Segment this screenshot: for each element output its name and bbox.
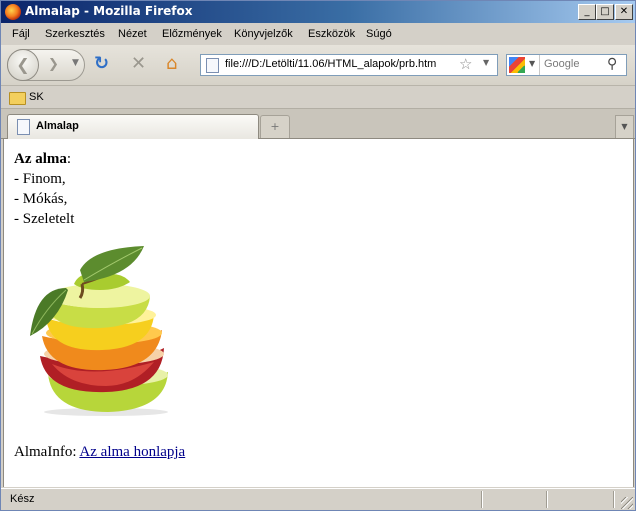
alma-info-label: AlmaInfo:	[14, 444, 77, 460]
page-favicon-icon	[17, 119, 30, 135]
menu-tools[interactable]: Eszközök	[308, 28, 355, 40]
tab-strip: Almalap + ▼	[1, 109, 635, 140]
alma-info-line: AlmaInfo: Az alma honlapja	[14, 442, 185, 462]
tab-almalap[interactable]: Almalap	[7, 114, 259, 140]
menu-help[interactable]: Súgó	[366, 28, 392, 40]
status-bar: Kész	[1, 488, 635, 510]
menu-view[interactable]: Nézet	[118, 28, 147, 40]
apple-slices-image	[30, 246, 168, 416]
minimize-button[interactable]: _	[578, 4, 596, 20]
search-magnifier-icon[interactable]: ⚲	[607, 56, 617, 72]
firefox-icon[interactable]	[5, 4, 21, 20]
url-dropdown-icon[interactable]: ▼	[483, 58, 489, 67]
page-heading-line: Az alma:	[14, 149, 71, 169]
history-dropdown-icon[interactable]: ▼	[72, 58, 79, 68]
back-forward-group: ❮ ❯ ▼	[7, 49, 85, 81]
google-engine-icon[interactable]	[509, 57, 525, 73]
resize-grip[interactable]	[621, 497, 633, 509]
list-all-tabs-icon[interactable]: ▼	[615, 115, 634, 138]
bookmark-star-icon[interactable]: ☆	[459, 55, 472, 73]
close-button[interactable]: ✕	[615, 4, 633, 20]
list-item: - Finom,	[14, 171, 66, 187]
home-icon[interactable]: ⌂	[166, 55, 177, 73]
status-separator	[613, 491, 615, 508]
menu-history[interactable]: Előzmények	[162, 28, 222, 40]
browser-window: Almalap - Mozilla Firefox _ □ ✕ Fájl Sze…	[0, 0, 636, 511]
maximize-button[interactable]: □	[596, 4, 614, 20]
back-icon[interactable]: ❮	[7, 49, 39, 81]
alma-homepage-link[interactable]: Az alma honlapja	[79, 444, 185, 460]
bookmark-folder-sk[interactable]: SK	[29, 91, 44, 103]
heading-colon: :	[66, 151, 72, 167]
url-input[interactable]	[225, 56, 445, 72]
forward-icon[interactable]: ❯	[48, 57, 59, 72]
search-separator	[539, 55, 540, 75]
new-tab-button[interactable]: +	[260, 115, 290, 138]
page-content: Az alma: - Finom, - Mókás, - Szeletelt A…	[3, 139, 634, 487]
list-item: - Mókás,	[14, 191, 68, 207]
status-separator	[481, 491, 483, 508]
address-bar[interactable]: ☆ ▼	[200, 54, 498, 76]
title-bar[interactable]: Almalap - Mozilla Firefox _ □ ✕	[1, 1, 635, 23]
navigation-toolbar: ❮ ❯ ▼ ↻ ✕ ⌂ ☆ ▼ ▼ ⚲	[1, 45, 635, 86]
search-bar[interactable]: ▼ ⚲	[506, 54, 627, 76]
search-input[interactable]	[544, 56, 604, 72]
menu-file[interactable]: Fájl	[12, 28, 30, 40]
menu-edit[interactable]: Szerkesztés	[45, 28, 105, 40]
menu-bookmarks[interactable]: Könyvjelzők	[234, 28, 293, 40]
menu-bar: Fájl Szerkesztés Nézet Előzmények Könyvj…	[1, 23, 635, 45]
tab-label: Almalap	[36, 120, 79, 132]
window-title: Almalap - Mozilla Firefox	[25, 4, 193, 18]
page-icon	[206, 58, 219, 73]
list-item: - Szeletelt	[14, 211, 75, 227]
folder-icon[interactable]	[9, 92, 26, 105]
status-text: Kész	[10, 493, 35, 505]
page-heading: Az alma	[14, 151, 67, 167]
engine-dropdown-icon[interactable]: ▼	[529, 59, 535, 68]
bookmarks-toolbar: SK	[1, 86, 635, 109]
reload-icon[interactable]: ↻	[94, 55, 109, 73]
stop-icon[interactable]: ✕	[131, 55, 146, 73]
status-separator	[546, 491, 548, 508]
